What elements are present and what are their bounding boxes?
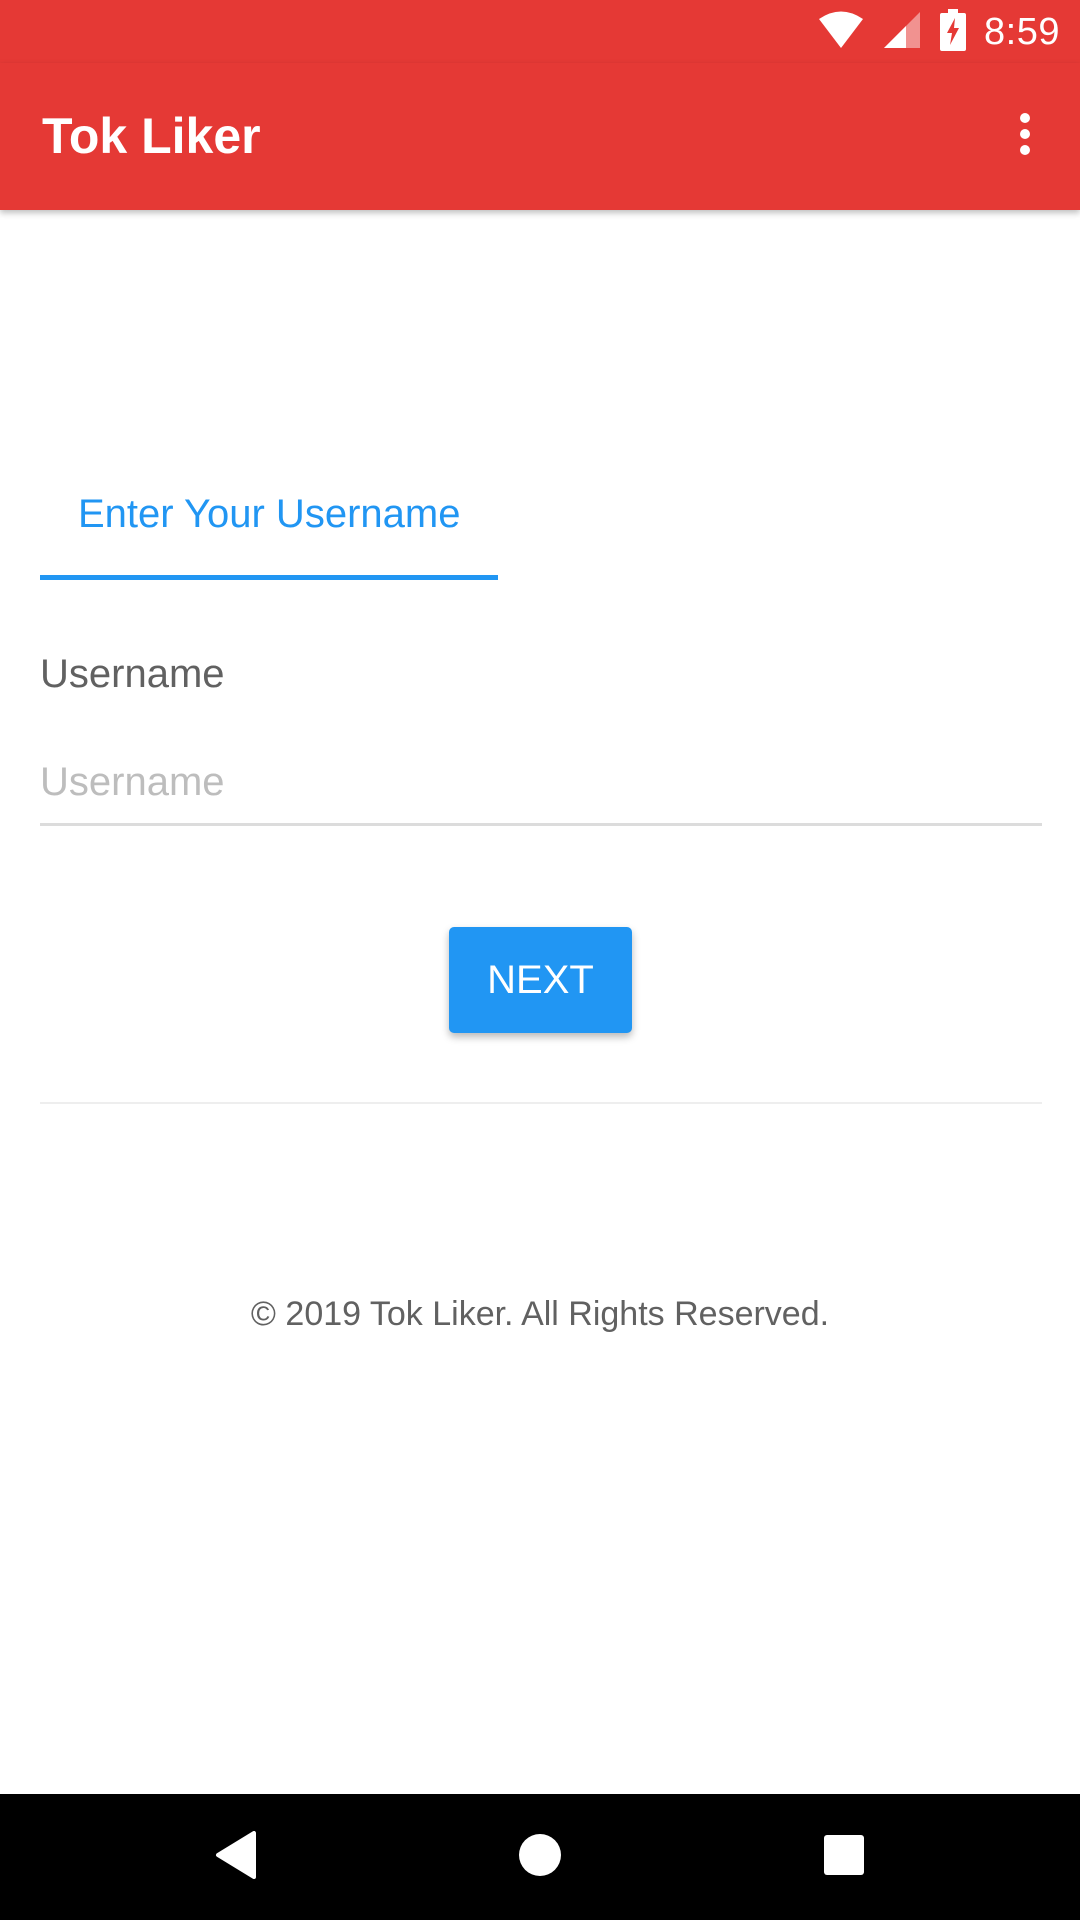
tab-label: Enter Your Username [78,492,461,536]
status-icons: 8:59 [818,8,1060,56]
overflow-menu-button[interactable] [992,103,1058,169]
back-button[interactable] [196,1817,276,1897]
tab-enter-username[interactable]: Enter Your Username [40,480,498,580]
app-bar: Tok Liker [0,63,1080,210]
battery-charging-icon [940,8,967,56]
recents-icon [823,1834,865,1881]
wifi-icon [818,10,864,55]
status-bar: 8:59 [0,0,1080,63]
overflow-menu-icon [1018,112,1032,161]
home-button[interactable] [500,1817,580,1897]
status-time: 8:59 [984,10,1060,53]
app-screen: 8:59 Tok Liker Enter Your Username Usern… [0,0,1080,1920]
next-button[interactable]: NEXT [449,927,632,1033]
app-title: Tok Liker [42,108,261,164]
username-input[interactable] [40,748,1042,826]
username-label: Username [40,652,225,696]
signal-icon [882,10,922,55]
divider [40,1102,1042,1104]
copyright-text: © 2019 Tok Liker. All Rights Reserved. [250,1295,830,1333]
navigation-bar [0,1794,1080,1920]
tab-indicator [40,575,498,580]
recents-button[interactable] [804,1817,884,1897]
home-icon [518,1833,562,1882]
back-icon [214,1830,258,1884]
